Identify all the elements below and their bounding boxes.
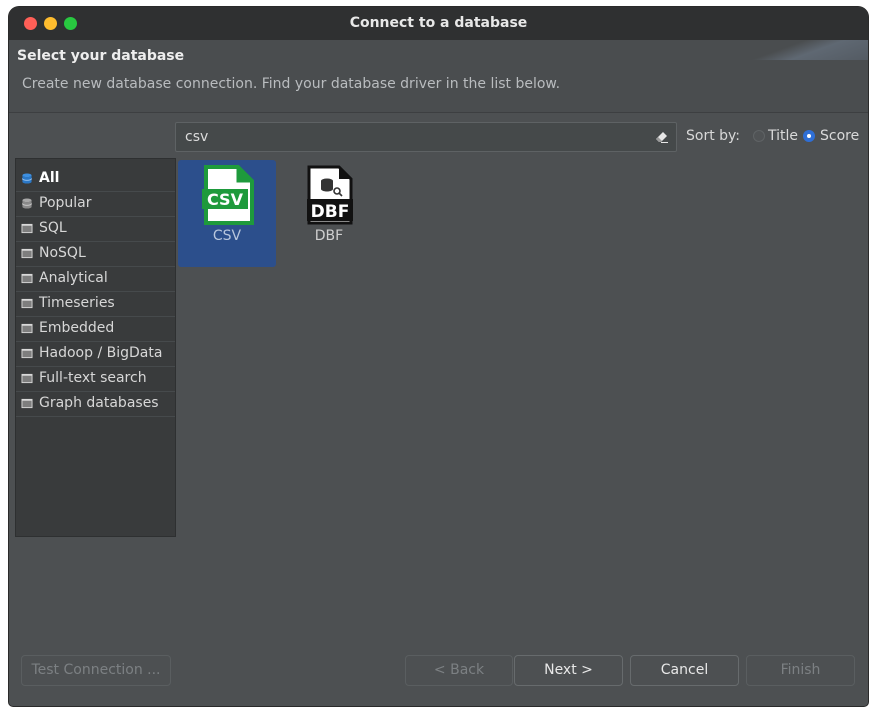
category-label: NoSQL <box>39 245 86 261</box>
category-label: Hadoop / BigData <box>39 345 163 361</box>
csv-icon-text: CSV <box>207 190 244 209</box>
sort-score-label[interactable]: Score <box>820 128 859 144</box>
driver-label: CSV <box>212 228 242 244</box>
search-value: csv <box>185 129 209 145</box>
header-divider <box>9 112 868 113</box>
sort-title-label[interactable]: Title <box>768 128 798 144</box>
category-label: Timeseries <box>39 295 115 311</box>
wizard-header: Select your database Create new database… <box>9 40 868 113</box>
database-icon <box>21 198 33 209</box>
category-label: SQL <box>39 220 67 236</box>
category-list: All Popular SQL NoSQL Analytical Timeser… <box>15 158 176 537</box>
back-button[interactable]: < Back <box>405 655 513 686</box>
category-item-all[interactable]: All <box>16 167 175 192</box>
category-label: Popular <box>39 195 92 211</box>
category-label: Graph databases <box>39 395 159 411</box>
eraser-icon[interactable] <box>656 131 668 143</box>
csv-file-icon: CSV <box>202 165 254 225</box>
dialog-window: Connect to a database Select your databa… <box>9 7 868 706</box>
category-item-nosql[interactable]: NoSQL <box>16 242 175 267</box>
driver-tile-csv[interactable]: CSV CSV <box>178 160 276 267</box>
category-label: Analytical <box>39 270 108 286</box>
category-item-full-text-search[interactable]: Full-text search <box>16 367 175 392</box>
database-icon <box>21 173 33 184</box>
sort-by-label: Sort by: <box>686 128 741 144</box>
sort-title-radio[interactable] <box>753 130 765 142</box>
window-title: Connect to a database <box>349 15 528 31</box>
category-label: Embedded <box>39 320 115 336</box>
next-button[interactable]: Next > <box>514 655 623 686</box>
folder-icon <box>21 298 33 309</box>
driver-label: DBF <box>314 228 344 244</box>
dbf-icon-text: DBF <box>311 202 350 222</box>
finish-button[interactable]: Finish <box>746 655 855 686</box>
category-item-analytical[interactable]: Analytical <box>16 267 175 292</box>
folder-icon <box>21 273 33 284</box>
category-item-sql[interactable]: SQL <box>16 217 175 242</box>
page-description: Create new database connection. Find you… <box>22 76 561 92</box>
category-label: All <box>39 170 60 186</box>
folder-icon <box>21 323 33 334</box>
banner-graphic <box>728 40 868 60</box>
page-title: Select your database <box>17 48 185 64</box>
category-item-timeseries[interactable]: Timeseries <box>16 292 175 317</box>
folder-icon <box>21 248 33 259</box>
category-item-embedded[interactable]: Embedded <box>16 317 175 342</box>
category-item-graph-databases[interactable]: Graph databases <box>16 392 175 417</box>
folder-icon <box>21 373 33 384</box>
folder-icon <box>21 223 33 234</box>
folder-icon <box>21 398 33 409</box>
driver-tile-dbf[interactable]: DBF DBF <box>280 160 378 267</box>
category-label: Full-text search <box>39 370 147 386</box>
category-item-popular[interactable]: Popular <box>16 192 175 217</box>
search-input[interactable]: csv <box>175 122 677 152</box>
category-item-hadoop[interactable]: Hadoop / BigData <box>16 342 175 367</box>
sort-score-radio[interactable] <box>803 130 815 142</box>
test-connection-button[interactable]: Test Connection ... <box>21 655 171 686</box>
dbf-file-icon: DBF <box>307 165 353 225</box>
folder-icon <box>21 348 33 359</box>
cancel-button[interactable]: Cancel <box>630 655 739 686</box>
title-bar: Connect to a database <box>9 7 868 40</box>
